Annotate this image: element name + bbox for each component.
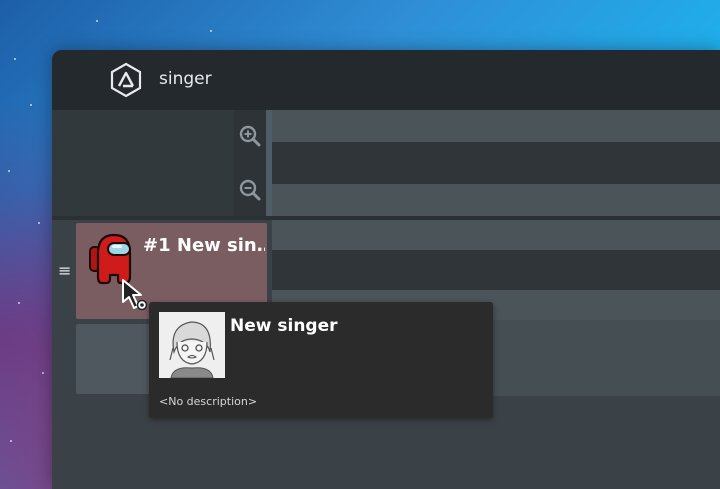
background-star (210, 30, 212, 32)
track-lane[interactable] (272, 220, 720, 250)
zoom-out-icon[interactable] (237, 177, 263, 203)
ruler-band (272, 184, 720, 216)
background-star (18, 302, 20, 304)
tooltip-singer-name: New singer (230, 316, 338, 336)
singer-tooltip: New singer <No description> (149, 302, 493, 418)
zoom-panel (52, 110, 234, 216)
background-star (42, 372, 44, 374)
background-star (14, 58, 16, 60)
ruler-band (272, 142, 720, 184)
window-title: singer (159, 69, 212, 89)
background-star (96, 20, 98, 22)
tooltip-description: <No description> (159, 395, 258, 408)
background-star (10, 440, 12, 442)
background-star (30, 104, 32, 106)
background-star (38, 222, 40, 224)
singer-portrait-icon (159, 312, 225, 378)
app-window: singer ≡ #1 New sin… New singer <No desc… (52, 50, 720, 489)
track-name: #1 New sin… (143, 235, 265, 256)
title-bar: singer (52, 50, 720, 110)
drag-handle-icon[interactable]: ≡ (58, 263, 71, 279)
app-logo-icon[interactable] (108, 62, 144, 98)
background-star (8, 170, 10, 172)
track-lane[interactable] (272, 250, 720, 290)
zoom-in-icon[interactable] (237, 123, 263, 149)
ruler-band (272, 110, 720, 142)
